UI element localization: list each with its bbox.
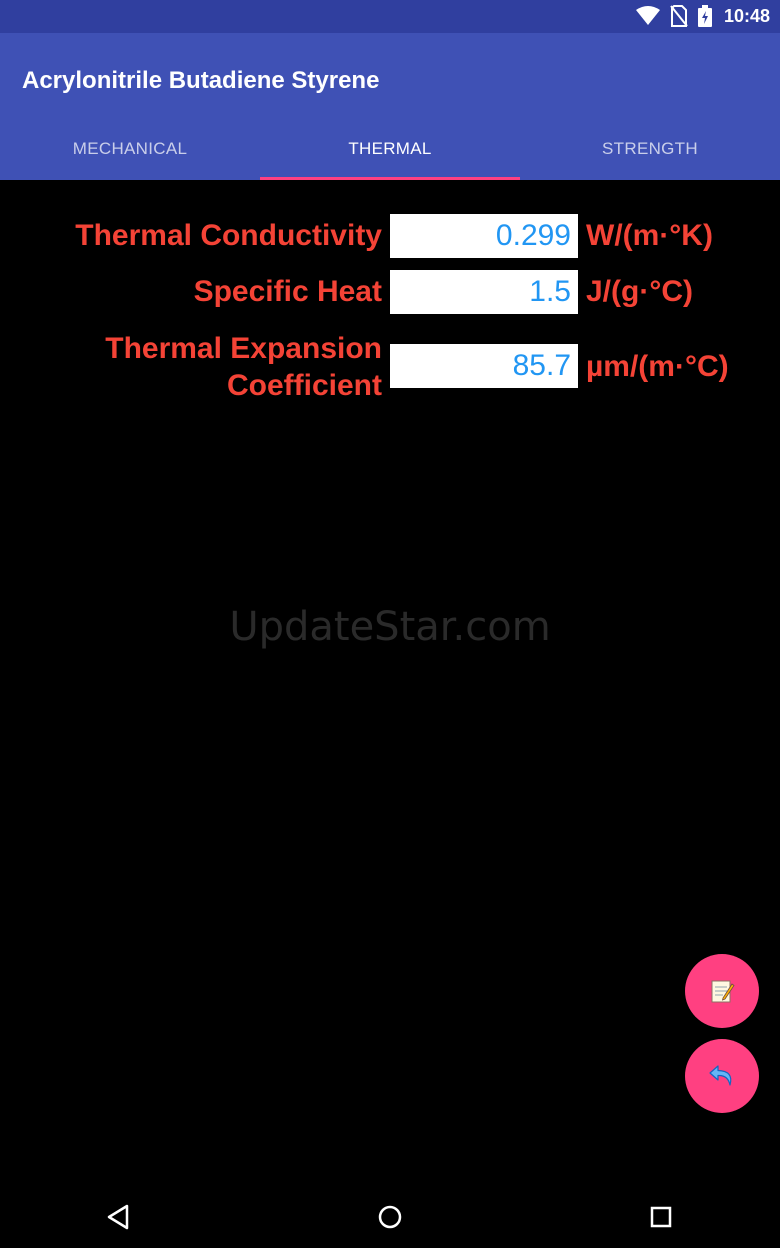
wifi-icon	[635, 6, 660, 25]
undo-arrow-icon	[709, 1065, 732, 1086]
thermal-expansion-unit: µm/(m·°C)	[586, 350, 729, 383]
navigation-bar	[0, 1168, 780, 1248]
tab-thermal[interactable]: THERMAL	[260, 117, 520, 180]
status-time: 10:48	[723, 5, 770, 26]
notes-fab-button[interactable]	[685, 954, 759, 1028]
specific-heat-field[interactable]	[390, 270, 578, 314]
home-circle-icon[interactable]	[377, 1204, 403, 1230]
app-bar: Acrylonitrile Butadiene Styrene MECHANIC…	[0, 33, 780, 180]
specific-heat-label: Specific Heat	[193, 275, 382, 308]
back-triangle-icon[interactable]	[106, 1204, 130, 1230]
specific-heat-unit: J/(g·°C)	[586, 275, 693, 308]
thermal-conductivity-field[interactable]	[390, 214, 578, 258]
app-title: Acrylonitrile Butadiene Styrene	[22, 67, 380, 94]
thermal-expansion-label-line2: Coefficient	[226, 369, 382, 402]
thermal-conductivity-label: Thermal Conductivity	[75, 219, 382, 252]
status-icons: 10:48	[635, 5, 770, 27]
tab-bar: MECHANICAL THERMAL STRENGTH	[0, 117, 780, 180]
recents-square-icon[interactable]	[649, 1205, 673, 1229]
tab-mechanical[interactable]: MECHANICAL	[0, 117, 260, 180]
watermark: UpdateStar.com	[229, 604, 551, 650]
no-sim-icon	[670, 5, 688, 27]
thermal-expansion-label-line1: Thermal Expansion	[105, 332, 382, 365]
thermal-expansion-field[interactable]	[390, 344, 578, 388]
thermal-expansion-label: Thermal Expansion Coefficient	[105, 330, 382, 404]
thermal-conductivity-unit: W/(m·°K)	[586, 219, 713, 252]
back-fab-button[interactable]	[685, 1039, 759, 1113]
status-bar: 10:48	[0, 0, 780, 33]
tab-strength[interactable]: STRENGTH	[520, 117, 780, 180]
thermal-properties-panel: Thermal Conductivity W/(m·°K) Specific H…	[0, 180, 780, 1168]
notepad-icon	[711, 980, 735, 1003]
battery-icon	[697, 5, 712, 27]
